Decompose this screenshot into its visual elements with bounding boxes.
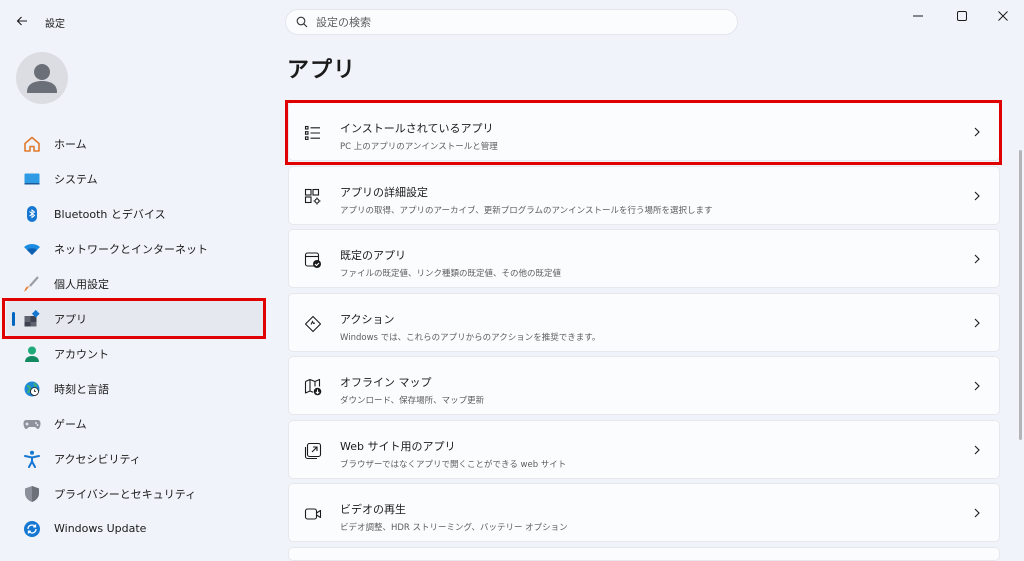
chevron-right-icon	[974, 318, 980, 327]
sidebar-item-accessibility[interactable]: アクセシビリティ	[0, 441, 270, 476]
sidebar-item-label: Bluetooth とデバイス	[54, 207, 166, 221]
card-apps-for-websites[interactable]: Web サイト用のアプリ ブラウザーではなくアプリで開くことができる web サ…	[288, 419, 1000, 479]
back-button[interactable]	[10, 9, 34, 33]
card-title: Web サイト用のアプリ	[340, 439, 456, 453]
card-title: アクション	[340, 312, 395, 326]
home-icon	[22, 134, 42, 154]
sidebar-item-label: Windows Update	[54, 522, 147, 535]
maximize-icon	[957, 11, 967, 21]
gamepad-icon	[22, 414, 42, 434]
sidebar-item-home[interactable]: ホーム	[0, 126, 270, 161]
card-title: インストールされているアプリ	[340, 122, 494, 135]
user-icon	[27, 64, 57, 93]
accessibility-icon	[22, 449, 42, 469]
card-subtitle: Windows では、これらのアプリからのアクションを推奨できます。	[340, 332, 601, 343]
account-icon	[22, 344, 42, 364]
sidebar-item-label: 個人用設定	[54, 277, 109, 291]
bluetooth-icon	[22, 204, 42, 224]
sidebar-item-label: アクセシビリティ	[54, 452, 141, 466]
app-settings-icon	[303, 187, 323, 207]
card-video-playback[interactable]: ビデオの再生 ビデオ調整、HDR ストリーミング、バッテリー オプション	[288, 483, 1000, 542]
system-icon	[22, 169, 42, 189]
card-subtitle: アプリの取得、アプリのアーカイブ、更新プログラムのアンインストールを行う場所を選…	[340, 205, 713, 216]
search-box[interactable]	[285, 9, 738, 35]
back-arrow-icon	[16, 16, 27, 26]
web-apps-icon	[303, 441, 323, 461]
chevron-right-icon	[974, 191, 980, 200]
card-partial[interactable]	[288, 546, 1000, 561]
card-title: ビデオの再生	[340, 503, 406, 516]
sidebar-item-apps[interactable]: アプリ	[6, 301, 264, 336]
chevron-right-icon	[974, 445, 980, 454]
card-subtitle: ファイルの既定値、リンク種類の既定値、その他の既定値	[340, 269, 562, 279]
user-avatar[interactable]	[16, 52, 68, 104]
minimize-button[interactable]	[903, 6, 933, 26]
video-icon	[303, 504, 323, 524]
sidebar-item-network[interactable]: ネットワークとインターネット	[0, 231, 270, 266]
sidebar-item-label: ホーム	[54, 137, 87, 151]
brush-icon	[22, 274, 42, 294]
sidebar-nav: ホーム システム Bluetooth とデバイス ネットワークとインターネット …	[0, 126, 270, 546]
chevron-right-icon	[974, 127, 980, 137]
close-button[interactable]	[988, 6, 1018, 26]
card-default-apps[interactable]: 既定のアプリ ファイルの既定値、リンク種類の既定値、その他の既定値	[288, 229, 1000, 288]
sidebar-item-label: 時刻と言語	[54, 382, 109, 396]
card-installed-apps[interactable]: インストールされているアプリ PC 上のアプリのアンインストールと管理	[288, 102, 1000, 161]
card-actions[interactable]: アクション Windows では、これらのアプリからのアクションを推奨できます。	[288, 292, 1000, 352]
update-icon	[22, 519, 42, 539]
actions-icon	[303, 314, 323, 334]
sidebar-item-label: システム	[54, 172, 98, 186]
sidebar-item-personalization[interactable]: 個人用設定	[0, 266, 270, 301]
sidebar-item-system[interactable]: システム	[0, 161, 270, 196]
close-icon	[998, 11, 1008, 21]
card-subtitle: PC 上のアプリのアンインストールと管理	[340, 142, 498, 152]
card-offline-maps[interactable]: オフライン マップ ダウンロード、保存場所、マップ更新	[288, 356, 1000, 415]
card-title: オフライン マップ	[340, 376, 432, 389]
sidebar-item-label: ネットワークとインターネット	[54, 242, 208, 256]
card-subtitle: ダウンロード、保存場所、マップ更新	[340, 396, 485, 406]
card-subtitle: ブラウザーではなくアプリで開くことができる web サイト	[340, 459, 567, 470]
sidebar-item-privacy-security[interactable]: プライバシーとセキュリティ	[0, 476, 270, 511]
active-indicator	[12, 312, 15, 326]
scrollbar[interactable]	[1019, 150, 1022, 440]
sidebar-item-bluetooth[interactable]: Bluetooth とデバイス	[0, 196, 270, 231]
sidebar-item-label: アカウント	[54, 347, 109, 361]
app-title: 設定	[45, 19, 65, 30]
maximize-button[interactable]	[947, 6, 977, 26]
sidebar-item-gaming[interactable]: ゲーム	[0, 406, 270, 441]
card-title: アプリの詳細設定	[340, 185, 428, 199]
shield-icon	[22, 484, 42, 504]
search-icon	[296, 16, 308, 28]
chevron-right-icon	[974, 381, 980, 391]
default-apps-icon	[303, 250, 323, 270]
sidebar-item-time-language[interactable]: 時刻と言語	[0, 371, 270, 406]
minimize-icon	[913, 15, 923, 17]
chevron-right-icon	[974, 254, 980, 264]
search-input[interactable]	[316, 15, 716, 29]
wifi-icon	[22, 239, 42, 259]
sidebar-item-windows-update[interactable]: Windows Update	[0, 511, 270, 546]
globe-clock-icon	[22, 379, 42, 399]
card-advanced-app-settings[interactable]: アプリの詳細設定 アプリの取得、アプリのアーカイブ、更新プログラムのアンインスト…	[288, 165, 1000, 225]
title-bar: 設定	[0, 0, 1024, 40]
sidebar-item-label: ゲーム	[54, 417, 87, 431]
card-subtitle: ビデオ調整、HDR ストリーミング、バッテリー オプション	[340, 523, 568, 533]
settings-list: インストールされているアプリ PC 上のアプリのアンインストールと管理 アプリの…	[288, 102, 1000, 561]
sidebar-item-label: プライバシーとセキュリティ	[54, 487, 197, 501]
apps-icon	[22, 309, 42, 329]
sidebar-item-label: アプリ	[54, 312, 87, 326]
card-title: 既定のアプリ	[340, 249, 406, 262]
sidebar-item-accounts[interactable]: アカウント	[0, 336, 270, 371]
page-title: アプリ	[287, 58, 357, 83]
offline-map-icon	[303, 377, 323, 397]
chevron-right-icon	[974, 508, 980, 518]
list-icon	[303, 123, 323, 143]
